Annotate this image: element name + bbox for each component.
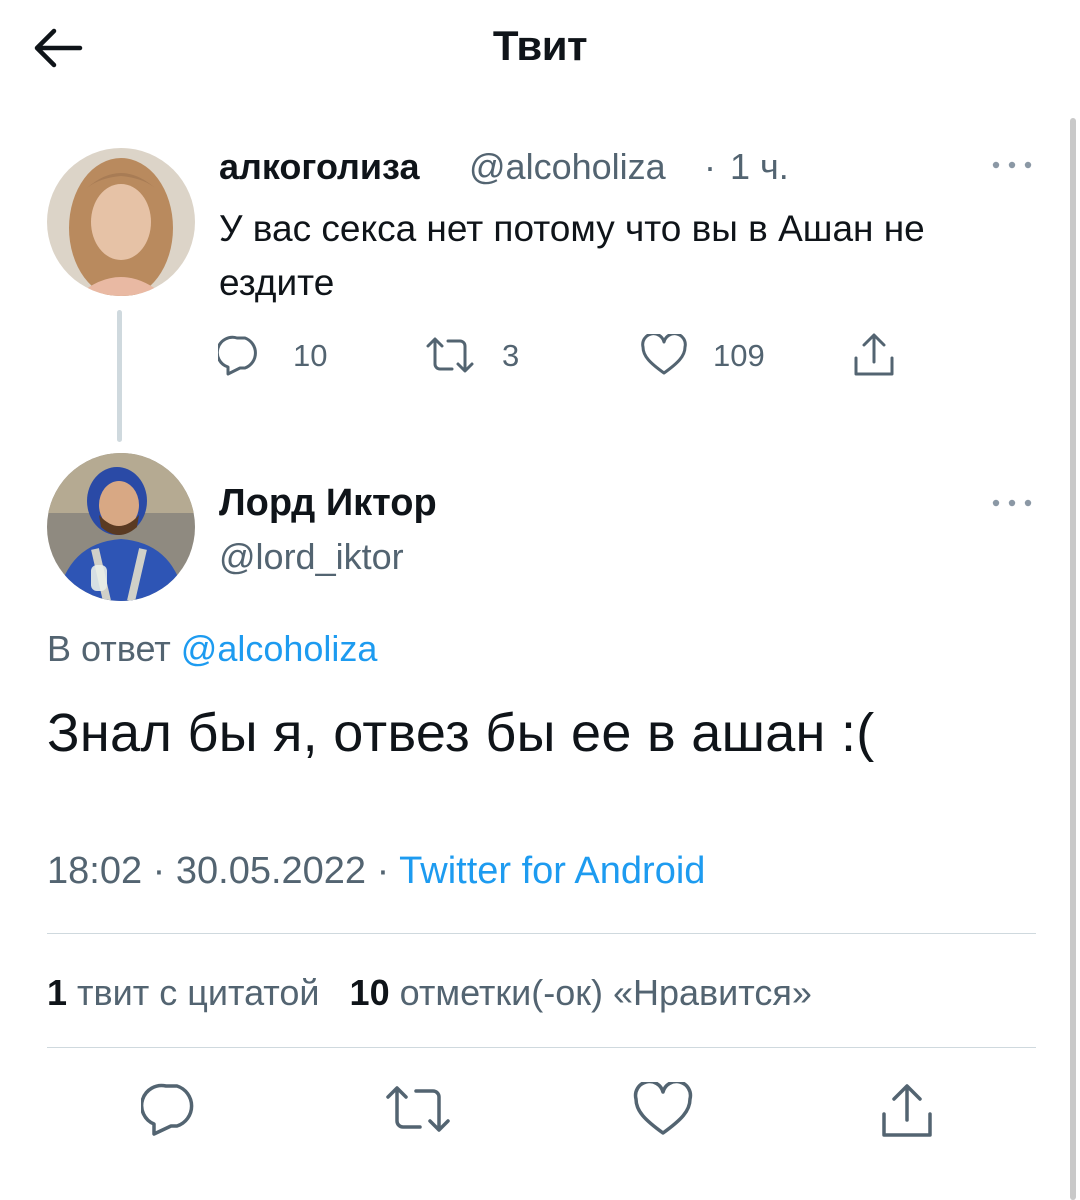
retweet-button[interactable] [383,1082,453,1136]
reply-icon [218,335,257,376]
tweet-time[interactable]: 1 ч. [730,146,789,188]
reply-context: В ответ @alcoholiza [47,628,377,670]
separator-dot: · [376,850,400,892]
retweet-icon [426,337,474,373]
more-icon [992,161,1032,169]
scrollbar[interactable] [1070,118,1076,1200]
more-icon [992,499,1032,507]
page-title: Твит [492,22,588,69]
quote-label: твит с цитатой [77,972,320,1013]
like-icon [633,1082,693,1135]
quote-stat[interactable]: 1 твит с цитатой [47,972,320,1013]
like-count: 10 [349,972,390,1013]
author-name[interactable]: Лорд Иктор [219,482,437,525]
author-handle[interactable]: @alcoholiza [469,146,666,188]
share-button[interactable] [850,332,898,378]
author-name[interactable]: алкоголиза [219,146,419,188]
tweet-text: У вас секса нет потому что вы в Ашан не … [219,208,925,303]
tweet-text: Знал бы я, отвез бы ее в ашан :( [47,703,875,763]
tweet-source-link[interactable]: Twitter for Android [399,850,705,892]
like-button[interactable] [640,334,688,376]
reply-prefix: В ответ [47,628,171,669]
reply-button[interactable] [141,1082,203,1136]
retweet-count: 3 [502,338,520,373]
avatar[interactable] [47,453,195,601]
divider [47,1047,1036,1048]
retweet-button[interactable] [424,334,476,376]
retweet-icon [386,1086,450,1132]
like-stat[interactable]: 10 отметки(-ок) «Нравится» [350,972,812,1013]
like-icon [641,334,687,375]
like-label: отметки(-ок) «Нравится» [399,972,812,1013]
separator-dot: · [152,850,176,892]
tweet-date[interactable]: 30.05.2022 [176,850,366,892]
tweet-meta: 18:02 · 30.05.2022 · Twitter for Android [47,850,705,893]
thread-line [117,310,122,442]
engagement-stats: 1 твит с цитатой 10 отметки(-ок) «Нравит… [47,972,812,1014]
like-count: 109 [713,338,765,373]
share-icon [882,1084,932,1137]
avatar[interactable] [47,148,195,296]
reply-button[interactable] [218,334,264,376]
share-button[interactable] [876,1082,938,1140]
share-icon [854,333,894,376]
quote-count: 1 [47,972,68,1013]
reply-mention-link[interactable]: @alcoholiza [181,628,378,669]
separator-dot: · [704,146,716,187]
like-button[interactable] [632,1082,694,1136]
reply-count: 10 [293,338,328,373]
author-handle[interactable]: @lord_iktor [219,536,404,578]
tweet-time[interactable]: 18:02 [47,850,142,892]
divider [47,933,1036,934]
more-button[interactable] [990,488,1034,518]
reply-icon [141,1083,194,1136]
more-button[interactable] [990,150,1034,180]
